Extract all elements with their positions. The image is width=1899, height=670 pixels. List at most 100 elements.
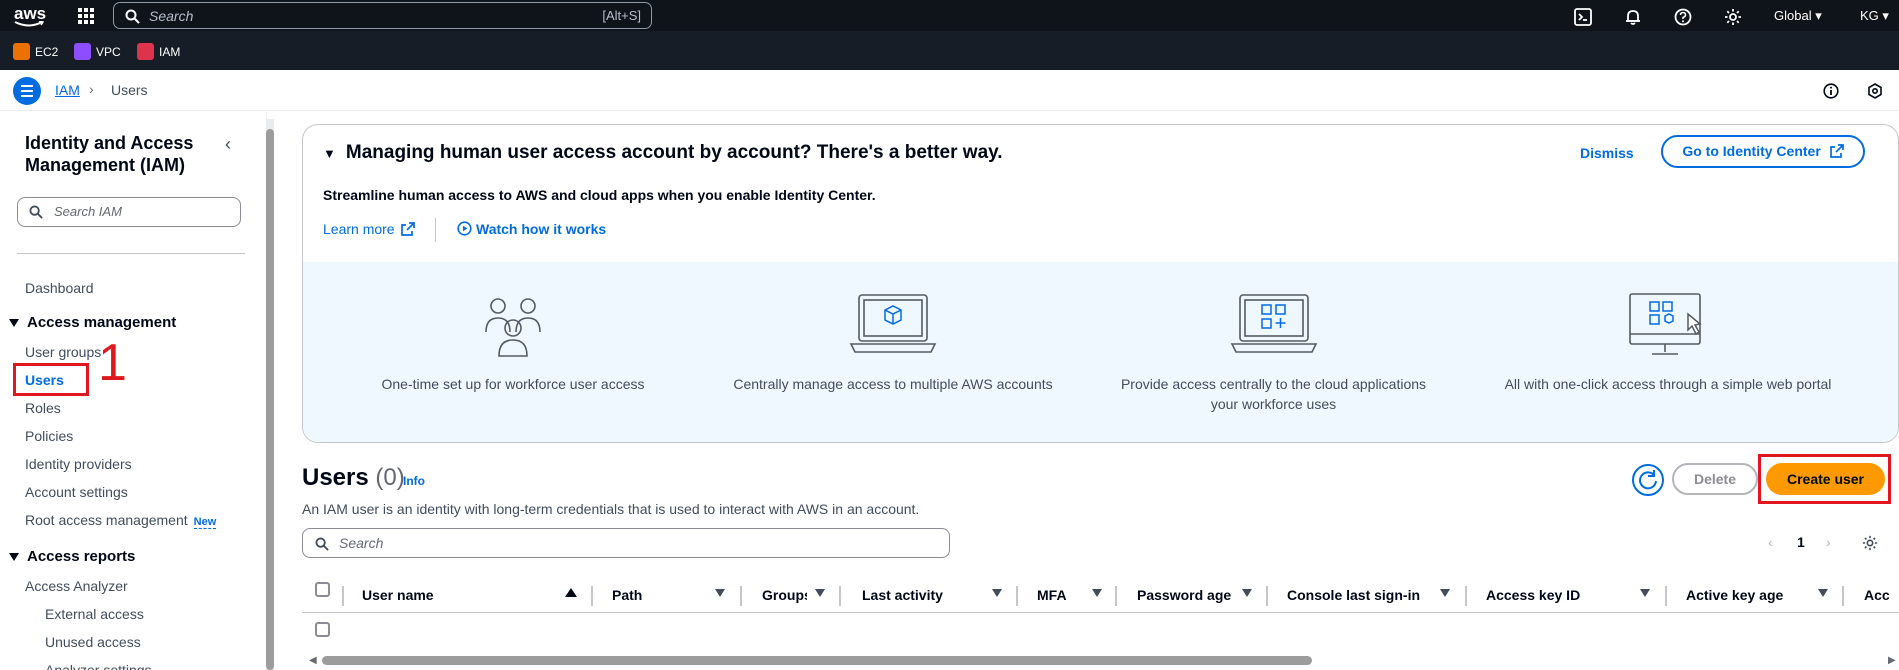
- info-panel-icon[interactable]: [1823, 83, 1839, 99]
- column-header-console-last-sign-in[interactable]: Console last sign-in: [1287, 587, 1420, 603]
- sort-icon[interactable]: [1440, 589, 1450, 597]
- aws-logo[interactable]: aws: [12, 3, 48, 28]
- dismiss-button[interactable]: Dismiss: [1580, 145, 1634, 161]
- account-menu[interactable]: KG ▾: [1860, 8, 1889, 24]
- region-selector[interactable]: Global ▾: [1774, 8, 1822, 24]
- help-icon[interactable]: [1674, 8, 1692, 26]
- sort-icon[interactable]: [992, 589, 1002, 597]
- sidebar-item-root-access-management[interactable]: Root access management New: [25, 512, 217, 529]
- external-link-icon: [401, 222, 416, 236]
- side-navigation-title[interactable]: Identity and Access Management (IAM): [25, 132, 235, 176]
- previous-page-icon[interactable]: ‹: [1768, 534, 1773, 550]
- column-divider: [1465, 586, 1467, 606]
- sort-icon[interactable]: [815, 589, 825, 597]
- search-placeholder: Search: [149, 8, 194, 24]
- create-user-button[interactable]: Create user: [1766, 463, 1885, 495]
- section-label: Access management: [27, 314, 177, 331]
- feature-text: Centrally manage access to multiple AWS …: [733, 376, 1053, 392]
- page-number[interactable]: 1: [1797, 534, 1805, 550]
- sort-icon[interactable]: [1092, 589, 1102, 597]
- iam-service-icon: [137, 43, 154, 60]
- sort-icon[interactable]: [1640, 589, 1650, 597]
- annotation-box-users: [13, 363, 89, 396]
- sidebar-search-placeholder: Search IAM: [54, 204, 122, 219]
- table-settings-gear-icon[interactable]: [1862, 535, 1878, 551]
- feature-multi-account: Centrally manage access to multiple AWS …: [733, 292, 1053, 394]
- scroll-left-icon[interactable]: ◀: [309, 655, 317, 666]
- column-header-path[interactable]: Path: [612, 587, 642, 603]
- sidebar-item-unused-access[interactable]: Unused access: [45, 634, 141, 650]
- banner-title[interactable]: ▼ Managing human user access account by a…: [323, 142, 1003, 164]
- search-icon: [125, 9, 140, 24]
- sidebar-item-external-access[interactable]: External access: [45, 606, 144, 622]
- breadcrumb-bar: IAM › Users: [0, 70, 1899, 111]
- notifications-bell-icon[interactable]: [1624, 8, 1642, 26]
- go-to-identity-center-button[interactable]: Go to Identity Center: [1661, 135, 1865, 168]
- sort-icon[interactable]: [1242, 589, 1252, 597]
- column-header-active-key-age[interactable]: Active key age: [1686, 587, 1783, 603]
- delete-button[interactable]: Delete: [1672, 463, 1758, 495]
- breadcrumb-current: Users: [111, 82, 148, 98]
- top-navigation-bar: aws Search [Alt+S] Global ▾ KG ▾: [0, 0, 1899, 31]
- favorite-iam[interactable]: IAM: [137, 43, 180, 60]
- laptop-apps-icon: [1230, 294, 1317, 353]
- row-checkbox[interactable]: [315, 622, 330, 637]
- vpc-service-icon: [74, 43, 91, 60]
- sidebar-scrollbar-thumb[interactable]: [266, 129, 274, 670]
- column-header-access-key-id[interactable]: Access key ID: [1486, 587, 1580, 603]
- info-link[interactable]: Info: [403, 474, 425, 488]
- column-header-mfa[interactable]: MFA: [1037, 587, 1067, 603]
- column-divider: [1266, 586, 1268, 606]
- sort-ascending-icon[interactable]: [565, 588, 577, 597]
- sidebar-item-label: Root access management: [25, 512, 188, 528]
- scroll-right-icon[interactable]: ▶: [1888, 655, 1896, 666]
- column-header-password-age[interactable]: Password age: [1137, 587, 1231, 603]
- sidebar-item-analyzer-settings[interactable]: Analyzer settings: [45, 662, 152, 670]
- account-label: KG: [1860, 8, 1879, 23]
- select-all-checkbox[interactable]: [315, 582, 330, 597]
- column-header-last-activity[interactable]: Last activity: [862, 587, 943, 603]
- column-header-groups[interactable]: Groups: [762, 587, 807, 603]
- side-navigation-toggle-button[interactable]: [13, 77, 41, 105]
- next-page-icon[interactable]: ›: [1826, 534, 1831, 550]
- favorite-label: VPC: [96, 44, 121, 59]
- feature-text: One-time set up for workforce user acces…: [381, 376, 645, 392]
- sort-icon[interactable]: [1818, 589, 1828, 597]
- banner-title-text: Managing human user access account by ac…: [345, 142, 1003, 163]
- users-search-input[interactable]: Search: [302, 528, 950, 558]
- sidebar-item-identity-providers[interactable]: Identity providers: [25, 456, 132, 472]
- sidebar-item-access-analyzer[interactable]: Access Analyzer: [25, 578, 128, 594]
- column-divider: [1842, 586, 1844, 606]
- column-divider: [591, 586, 593, 606]
- breadcrumb-iam-link[interactable]: IAM: [55, 82, 80, 98]
- favorite-label: EC2: [35, 44, 59, 59]
- sidebar-section-access-reports[interactable]: Access reports: [9, 548, 135, 565]
- global-search-input[interactable]: Search [Alt+S]: [113, 2, 652, 29]
- refresh-button[interactable]: [1632, 464, 1664, 496]
- sidebar-item-roles[interactable]: Roles: [25, 400, 61, 416]
- column-header-truncated[interactable]: Acc: [1864, 587, 1890, 603]
- users-table-header: User name Path Groups Last activity MFA …: [302, 578, 1899, 613]
- settings-gear-icon[interactable]: [1724, 8, 1742, 26]
- cloudshell-icon[interactable]: [1574, 8, 1592, 26]
- sidebar-divider: [17, 253, 245, 254]
- sort-icon[interactable]: [715, 589, 725, 597]
- sidebar-section-access-management[interactable]: Access management: [9, 314, 176, 331]
- favorite-vpc[interactable]: VPC: [74, 43, 121, 60]
- learn-more-link[interactable]: Learn more: [323, 221, 416, 237]
- sidebar-item-policies[interactable]: Policies: [25, 428, 73, 444]
- services-grid-icon[interactable]: [77, 7, 95, 25]
- sidebar-search-input[interactable]: Search IAM: [17, 197, 241, 227]
- collapse-sidebar-icon[interactable]: ‹: [225, 134, 231, 155]
- column-divider: [1016, 586, 1018, 606]
- sidebar-item-user-groups[interactable]: User groups: [25, 344, 101, 360]
- tools-panel-icon[interactable]: [1867, 83, 1883, 99]
- sidebar-item-account-settings[interactable]: Account settings: [25, 484, 128, 500]
- sidebar-item-dashboard[interactable]: Dashboard: [25, 280, 94, 296]
- watch-video-link[interactable]: Watch how it works: [457, 221, 606, 237]
- region-label: Global: [1774, 8, 1812, 23]
- banner-features: One-time set up for workforce user acces…: [303, 262, 1898, 442]
- table-horizontal-scrollbar-thumb[interactable]: [322, 656, 1312, 665]
- column-header-user-name[interactable]: User name: [362, 587, 434, 603]
- favorite-ec2[interactable]: EC2: [13, 43, 58, 60]
